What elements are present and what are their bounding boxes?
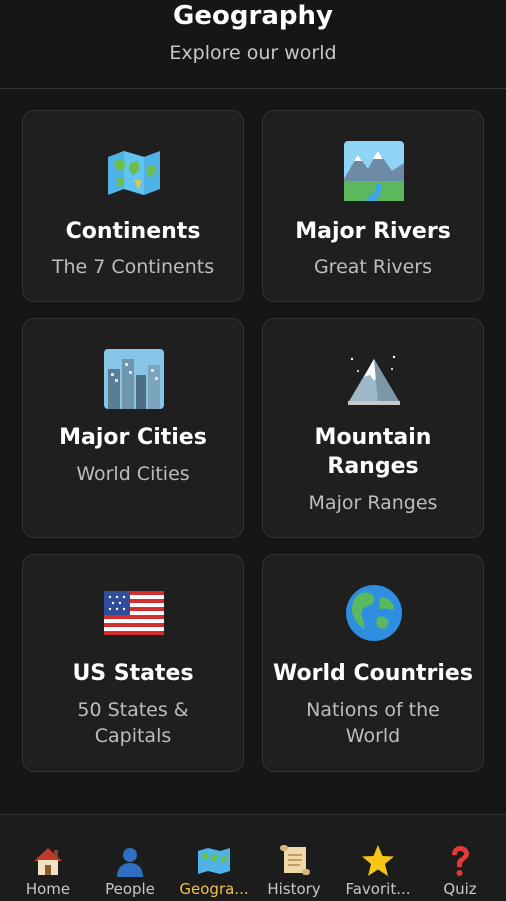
nav-label: History (267, 880, 321, 898)
scroll-icon (280, 845, 310, 875)
page-title: Geography (173, 1, 333, 31)
card-subtitle: The 7 Continents (51, 256, 215, 278)
card-title: Major Cities (59, 425, 207, 450)
person-silhouette-icon (117, 848, 143, 877)
snow-mountain-icon (348, 355, 400, 405)
card-subtitle: World Cities (76, 463, 190, 485)
nav-label: Home (25, 880, 71, 898)
card-world-countries[interactable]: World Countries Nations of the World (262, 554, 484, 772)
house-icon (34, 848, 62, 875)
nav-quiz[interactable]: Quiz (418, 815, 502, 901)
nav-label: Quiz (443, 880, 477, 898)
card-subtitle: 50 States & Capitals (77, 699, 189, 747)
card-subtitle: Major Ranges (308, 492, 438, 514)
card-title: Mountain Ranges (314, 425, 432, 479)
nav-favorites[interactable]: Favorit... (336, 815, 420, 901)
bottom-navigation: Home People Geogra... History Favorit...… (0, 814, 506, 901)
nav-label: People (105, 880, 155, 898)
card-subtitle: Nations of the World (306, 699, 440, 747)
river-landscape-icon (344, 141, 404, 201)
card-title: World Countries (273, 661, 473, 686)
nav-label: Geogra... (179, 880, 249, 898)
question-mark-icon (452, 846, 469, 876)
nav-geography[interactable]: Geogra... (172, 815, 256, 901)
card-title: Continents (65, 219, 201, 244)
card-major-rivers[interactable]: Major Rivers Great Rivers (262, 110, 484, 302)
us-flag-icon (104, 591, 164, 635)
card-title: US States (72, 661, 194, 686)
card-subtitle: Great Rivers (313, 256, 433, 278)
star-icon (362, 845, 394, 876)
nav-home[interactable]: Home (6, 815, 90, 901)
cityscape-icon (104, 349, 164, 409)
card-major-cities[interactable]: Major Cities World Cities (22, 318, 244, 538)
world-map-icon (198, 848, 230, 874)
card-us-states[interactable]: US States 50 States & Capitals (22, 554, 244, 772)
app-header: Geography Explore our world (0, 0, 506, 89)
nav-label: Favorit... (345, 880, 411, 898)
world-map-icon (108, 151, 160, 195)
page-subtitle: Explore our world (169, 42, 337, 64)
globe-icon (346, 585, 402, 641)
nav-history[interactable]: History (252, 815, 336, 901)
nav-people[interactable]: People (88, 815, 172, 901)
card-mountain-ranges[interactable]: Mountain Ranges Major Ranges (262, 318, 484, 538)
card-title: Major Rivers (295, 219, 451, 244)
card-continents[interactable]: Continents The 7 Continents (22, 110, 244, 302)
